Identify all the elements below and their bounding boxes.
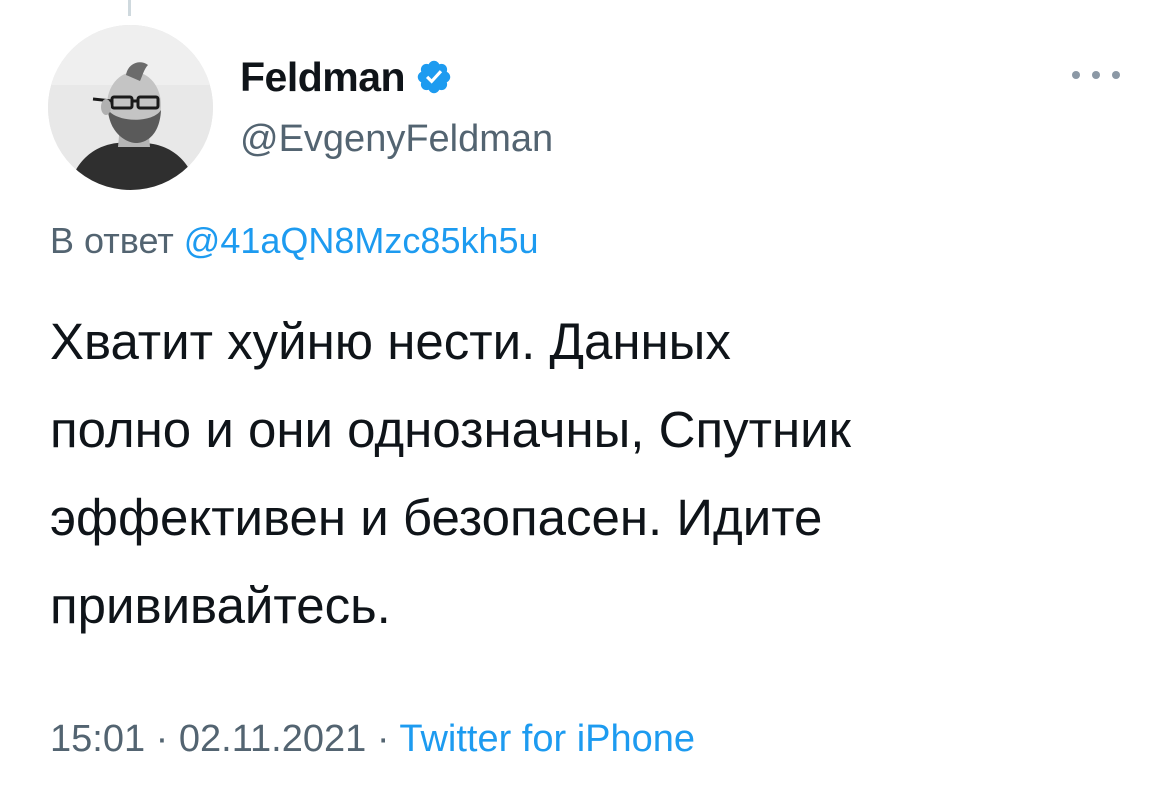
more-options-icon[interactable] [1072, 60, 1120, 90]
more-dot [1112, 71, 1120, 79]
meta-separator: · [155, 718, 169, 760]
meta-separator: · [376, 718, 390, 760]
reply-mention-link[interactable]: @41aQN8Mzc85kh5u [184, 220, 539, 261]
tweet-meta: 15:01 · 02.11.2021 · Twitter for iPhone [50, 718, 695, 761]
more-dot [1092, 71, 1100, 79]
more-dot [1072, 71, 1080, 79]
author-handle[interactable]: @EvgenyFeldman [240, 118, 553, 161]
tweet-text: Хватит хуйню нести. Данных полно и они о… [50, 298, 1130, 650]
tweet-time[interactable]: 15:01 [50, 718, 145, 760]
tweet-date[interactable]: 02.11.2021 [179, 718, 366, 760]
tweet-text-line: эффективен и безопасен. Идите [50, 489, 823, 546]
author-name-row[interactable]: Feldman [240, 52, 453, 102]
author-display-name[interactable]: Feldman [240, 54, 406, 101]
avatar[interactable] [48, 25, 213, 190]
tweet-text-line: полно и они однозначны, Спутник [50, 401, 851, 458]
reply-context: В ответ @41aQN8Mzc85kh5u [50, 220, 539, 262]
tweet-text-line: Хватит хуйню нести. Данных [50, 313, 731, 370]
reply-prefix: В ответ [50, 220, 174, 261]
profile-photo-icon [48, 25, 213, 190]
verified-badge-icon [415, 58, 453, 96]
tweet-source-link[interactable]: Twitter for iPhone [399, 718, 695, 760]
tweet-text-line: прививайтесь. [50, 577, 391, 634]
thread-connector-line [128, 0, 131, 16]
